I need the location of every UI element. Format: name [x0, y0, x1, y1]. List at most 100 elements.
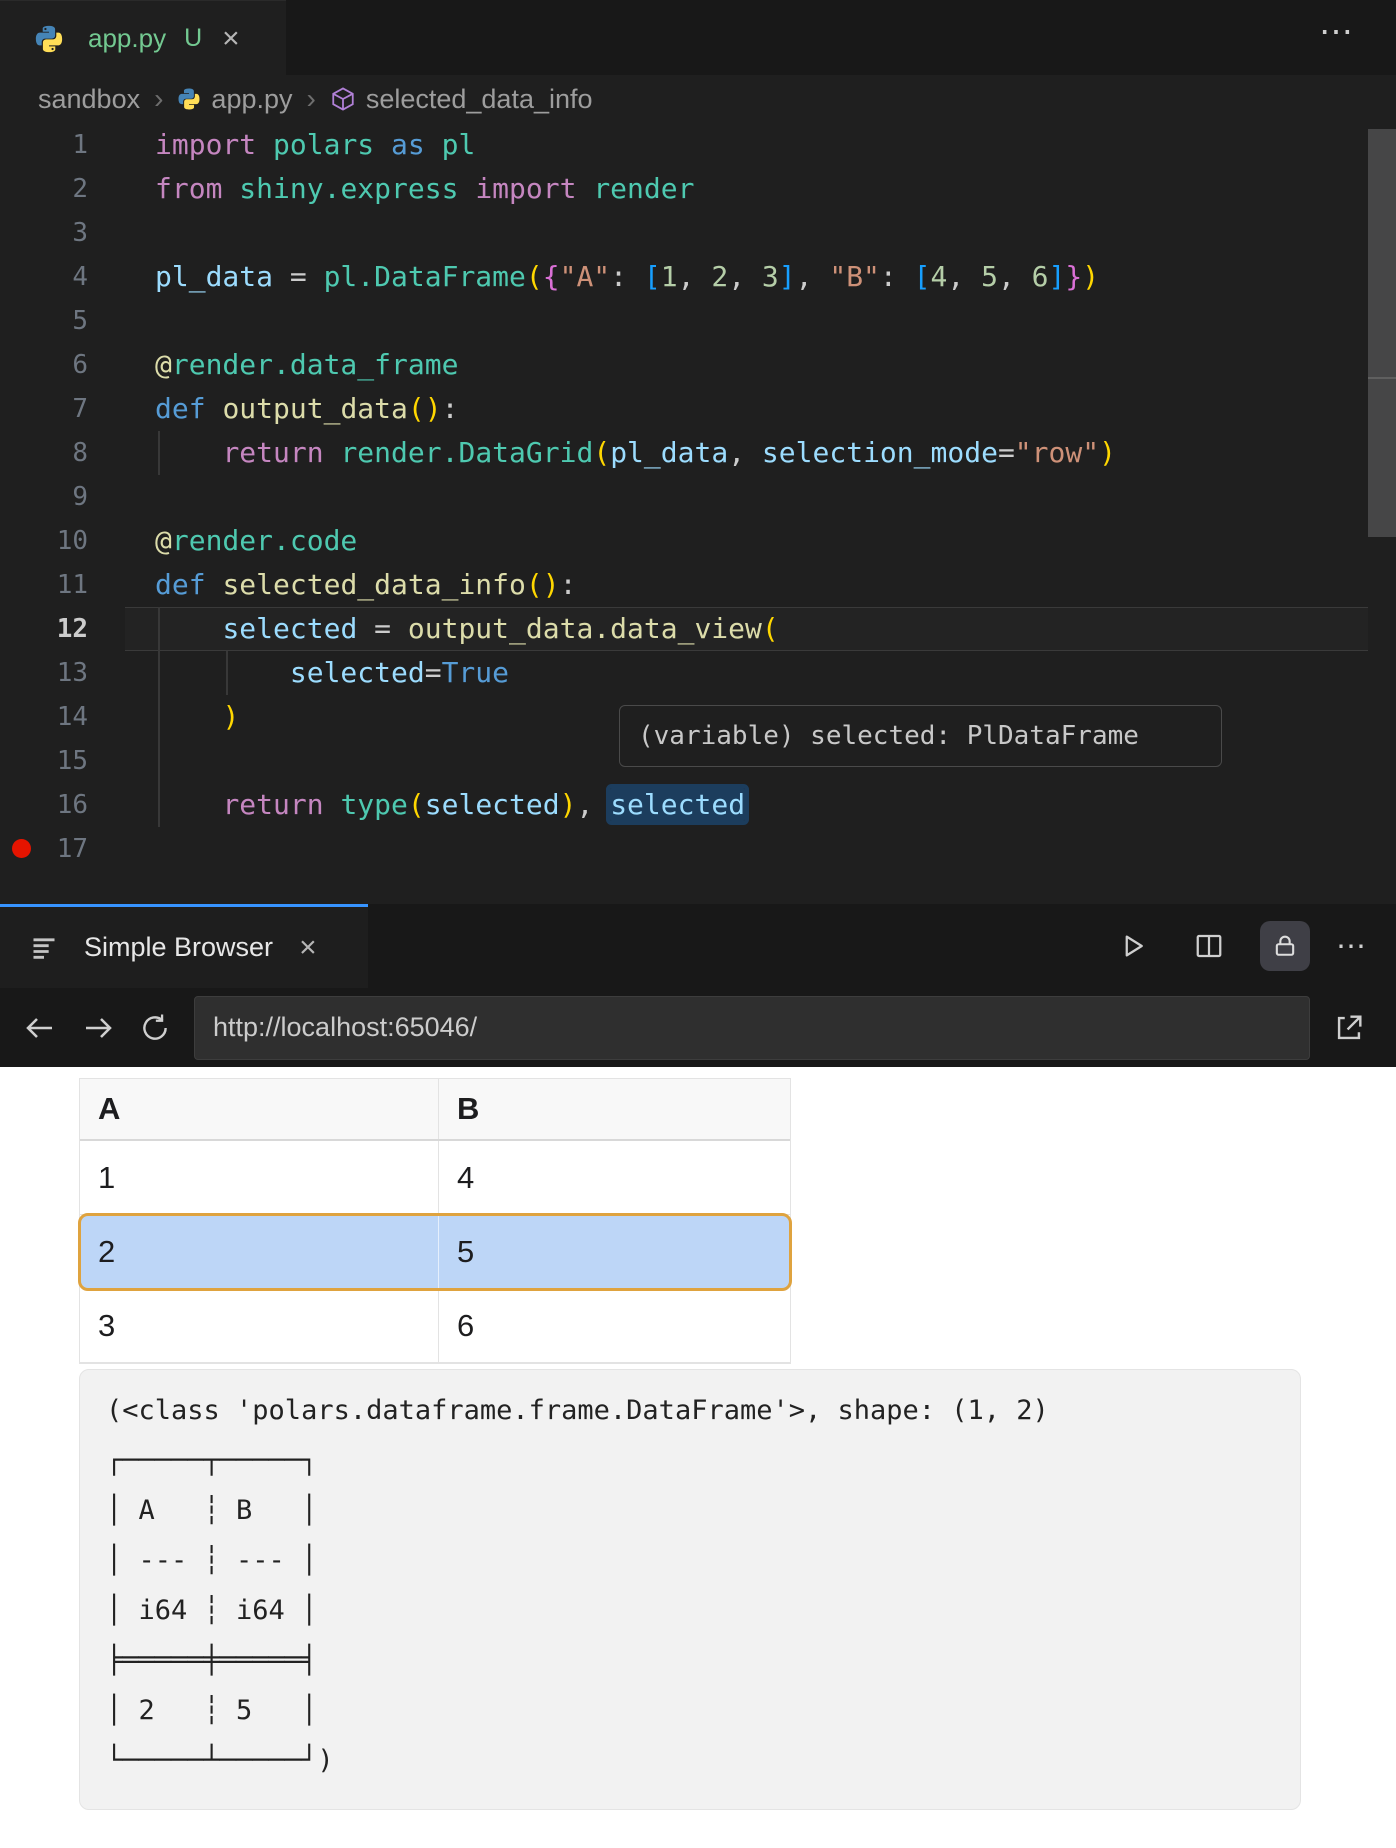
tab-close-icon[interactable]: × — [222, 22, 240, 56]
code-token — [155, 612, 222, 645]
code-line: selected = output_data.data_view( — [155, 607, 779, 651]
editor-scrollbar-thumb[interactable] — [1368, 129, 1396, 537]
code-token: import — [155, 128, 273, 161]
table-cell: 1 — [80, 1141, 439, 1214]
tab-simple-browser[interactable]: Simple Browser × — [0, 904, 368, 988]
code-line: import polars as pl — [155, 123, 475, 167]
symbol-function-icon — [330, 86, 356, 112]
back-icon[interactable] — [22, 1010, 58, 1046]
code-token: polars — [273, 128, 391, 161]
panel-tab-label: Simple Browser — [84, 932, 273, 963]
code-token — [155, 656, 290, 689]
table-row-selected[interactable]: 25 — [80, 1215, 790, 1289]
code-line: def output_data(): — [155, 387, 458, 431]
code-line: @render.data_frame — [155, 343, 458, 387]
forward-icon[interactable] — [80, 1010, 116, 1046]
open-external-icon[interactable] — [1332, 1011, 1366, 1045]
column-header[interactable]: A — [80, 1079, 439, 1139]
table-cell: 2 — [80, 1215, 439, 1289]
reload-icon[interactable] — [138, 1011, 172, 1045]
table-cell: 3 — [80, 1289, 439, 1362]
code-token: @ — [155, 524, 172, 557]
editor-tab-bar: app.py U × ⋯ — [0, 0, 1396, 75]
hover-tooltip-text: (variable) selected: PlDataFrame — [638, 721, 1139, 751]
panel-tab-close-icon[interactable]: × — [299, 931, 317, 965]
indent-guide — [158, 607, 160, 827]
code-token: from — [155, 172, 239, 205]
line-number: 6 — [0, 343, 88, 387]
tab-label: app.py — [88, 23, 166, 54]
code-line: def selected_data_info(): — [155, 563, 576, 607]
code-token: pl_data — [610, 436, 728, 469]
run-icon[interactable] — [1108, 921, 1158, 971]
code-token: shiny.express — [239, 172, 475, 205]
url-input[interactable]: http://localhost:65046/ — [194, 996, 1310, 1060]
code-token: output_data.data_view — [408, 612, 762, 645]
code-token: pl — [442, 128, 476, 161]
code-token: ( — [762, 612, 779, 645]
code-token: 6 — [1032, 260, 1049, 293]
code-token — [155, 788, 222, 821]
code-token: : — [610, 260, 644, 293]
lock-icon[interactable] — [1260, 921, 1310, 971]
code-token: , — [678, 260, 712, 293]
code-token: render.code — [172, 524, 357, 557]
code-token: import — [475, 172, 593, 205]
code-token: 5 — [981, 260, 998, 293]
code-output-text: (<class 'polars.dataframe.frame.DataFram… — [80, 1370, 1300, 1786]
code-token: def — [155, 392, 222, 425]
code-line: pl_data = pl.DataFrame({"A": [1, 2, 3], … — [155, 255, 1099, 299]
panel-more-actions-icon[interactable]: ⋯ — [1336, 929, 1368, 964]
code-token: ] — [1049, 260, 1066, 293]
code-token: as — [391, 128, 442, 161]
table-row[interactable]: 36 — [80, 1289, 790, 1363]
line-number: 4 — [0, 255, 88, 299]
python-icon — [34, 24, 64, 54]
code-line: from shiny.express import render — [155, 167, 694, 211]
line-number: 12 — [0, 607, 88, 651]
code-token: ) — [222, 700, 239, 733]
code-token: 2 — [711, 260, 728, 293]
breadcrumb-file[interactable]: app.py — [211, 84, 292, 115]
editor-more-actions-icon[interactable]: ⋯ — [1319, 12, 1356, 52]
code-token: ( — [408, 788, 425, 821]
code-token: selected — [290, 656, 425, 689]
code-token: "row" — [1015, 436, 1099, 469]
code-token: 4 — [931, 260, 948, 293]
breadcrumb-symbol[interactable]: selected_data_info — [366, 84, 593, 115]
code-token: = — [374, 612, 408, 645]
code-token: = — [425, 656, 442, 689]
line-number: 15 — [0, 739, 88, 783]
column-header[interactable]: B — [439, 1079, 790, 1139]
line-number: 16 — [0, 783, 88, 827]
breadcrumb: sandbox › app.py › selected_data_info — [0, 75, 1396, 123]
code-token: type — [340, 788, 407, 821]
breadcrumb-folder[interactable]: sandbox — [38, 84, 140, 115]
table-cell: 6 — [439, 1289, 790, 1362]
code-line: @render.code — [155, 519, 357, 563]
code-token: selection_mode — [762, 436, 998, 469]
browser-navbar: http://localhost:65046/ — [0, 988, 1396, 1067]
code-token — [155, 436, 222, 469]
breakpoint-icon[interactable] — [12, 839, 31, 858]
code-token: render.DataGrid — [340, 436, 593, 469]
code-token: , — [947, 260, 981, 293]
code-editor[interactable]: 1234567891011121314151617 import polars … — [0, 123, 1396, 904]
code-token: ( — [593, 436, 610, 469]
code-token: , — [728, 260, 762, 293]
chevron-right-icon: › — [307, 83, 316, 115]
table-row[interactable]: 14 — [80, 1141, 790, 1215]
python-icon — [177, 87, 201, 111]
code-output-block: (<class 'polars.dataframe.frame.DataFram… — [79, 1369, 1301, 1810]
line-number: 3 — [0, 211, 88, 255]
code-token: pl_data — [155, 260, 290, 293]
list-icon — [30, 934, 58, 962]
code-token: , — [998, 260, 1032, 293]
browser-webview: AB 142536 (<class 'polars.dataframe.fram… — [0, 1067, 1396, 1848]
tab-app-py[interactable]: app.py U × — [0, 0, 286, 76]
code-token: "A" — [560, 260, 611, 293]
code-token: "B" — [829, 260, 880, 293]
code-token: 3 — [762, 260, 779, 293]
data-grid-header: AB — [80, 1079, 790, 1141]
split-editor-icon[interactable] — [1184, 921, 1234, 971]
